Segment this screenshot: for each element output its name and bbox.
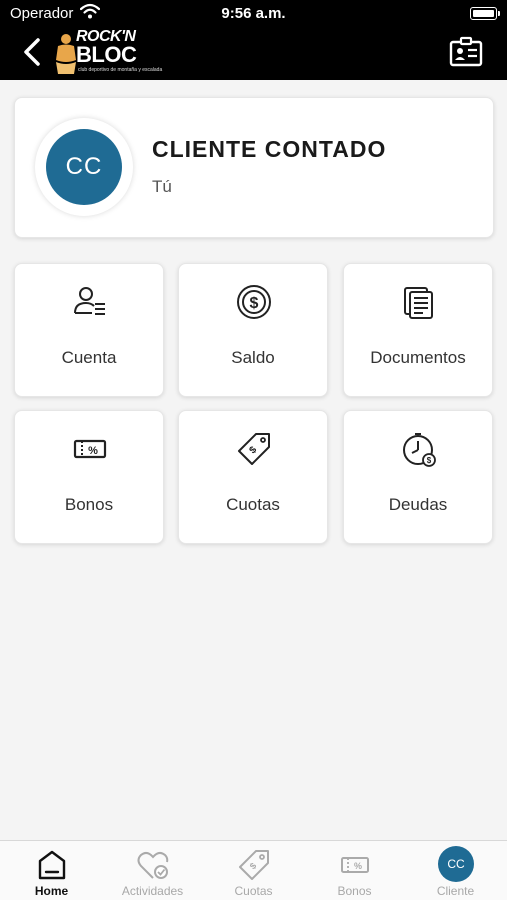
tile-bonos[interactable]: % Bonos xyxy=(14,410,164,544)
profile-name: CLIENTE CONTADO xyxy=(152,136,387,162)
tile-documentos[interactable]: Documentos xyxy=(343,263,493,397)
tile-label: Deudas xyxy=(388,495,448,514)
header-bar: ROCK'N BLOC club deportivo de montaña y … xyxy=(0,26,507,80)
tile-label: Cuotas xyxy=(226,495,280,514)
tile-cuenta[interactable]: Cuenta xyxy=(14,263,164,397)
voucher-percent-icon: % xyxy=(73,439,107,459)
tile-label: Cuenta xyxy=(61,348,117,367)
logo-tagline: club deportivo de montaña y escalada xyxy=(78,67,163,73)
tile-deudas[interactable]: $ Deudas xyxy=(343,410,493,544)
avatar-ring: CC xyxy=(35,118,133,216)
back-button[interactable] xyxy=(18,35,48,69)
tab-home[interactable]: Home xyxy=(1,841,102,900)
home-icon xyxy=(38,850,66,880)
documents-icon xyxy=(404,287,433,319)
tab-cliente[interactable]: CC Cliente xyxy=(405,841,506,900)
voucher-percent-icon: % xyxy=(341,857,369,873)
tab-label: Bonos xyxy=(337,884,372,898)
tile-cuotas[interactable]: $ Cuotas xyxy=(178,410,328,544)
brand-logo: ROCK'N BLOC club deportivo de montaña y … xyxy=(52,28,162,76)
tab-label: Actividades xyxy=(121,884,184,898)
tile-label: Saldo xyxy=(231,348,275,367)
svg-text:%: % xyxy=(354,861,362,871)
status-bar: Operador 9:56 a.m. xyxy=(0,0,507,26)
clock: 9:56 a.m. xyxy=(221,5,286,22)
profile-subtitle: Tú xyxy=(152,177,172,196)
svg-text:$: $ xyxy=(427,456,432,465)
user-list-icon xyxy=(74,287,105,315)
tab-label: Cuotas xyxy=(234,884,273,898)
tile-saldo[interactable]: $ Saldo xyxy=(178,263,328,397)
avatar: CC xyxy=(46,129,122,205)
avatar: CC xyxy=(438,846,474,882)
svg-text:$: $ xyxy=(247,444,259,456)
climber-logo-icon xyxy=(56,34,76,74)
price-tag-icon: $ xyxy=(239,850,269,880)
clock-debt-icon: $ xyxy=(403,433,436,467)
tab-label: Home xyxy=(34,884,69,898)
id-card-button[interactable] xyxy=(449,36,483,68)
tile-label: Documentos xyxy=(370,348,466,367)
logo-text-bloc: BLOC xyxy=(76,42,137,67)
svg-text:$: $ xyxy=(248,861,259,872)
svg-text:$: $ xyxy=(250,295,259,312)
tab-bonos[interactable]: % Bonos xyxy=(304,841,405,900)
tab-label: Cliente xyxy=(436,884,475,898)
tab-bar: Home Actividades $ Cuotas % Bonos CC Cli… xyxy=(0,840,507,900)
tab-actividades[interactable]: Actividades xyxy=(102,841,203,900)
svg-text:%: % xyxy=(88,445,98,457)
tile-label: Bonos xyxy=(64,495,114,514)
tab-cuotas[interactable]: $ Cuotas xyxy=(203,841,304,900)
coin-dollar-icon: $ xyxy=(237,285,271,319)
heart-check-icon xyxy=(137,851,169,879)
battery-icon xyxy=(470,7,500,20)
profile-card[interactable]: CC CLIENTE CONTADO Tú xyxy=(14,97,494,238)
price-tag-icon: $ xyxy=(238,433,270,465)
